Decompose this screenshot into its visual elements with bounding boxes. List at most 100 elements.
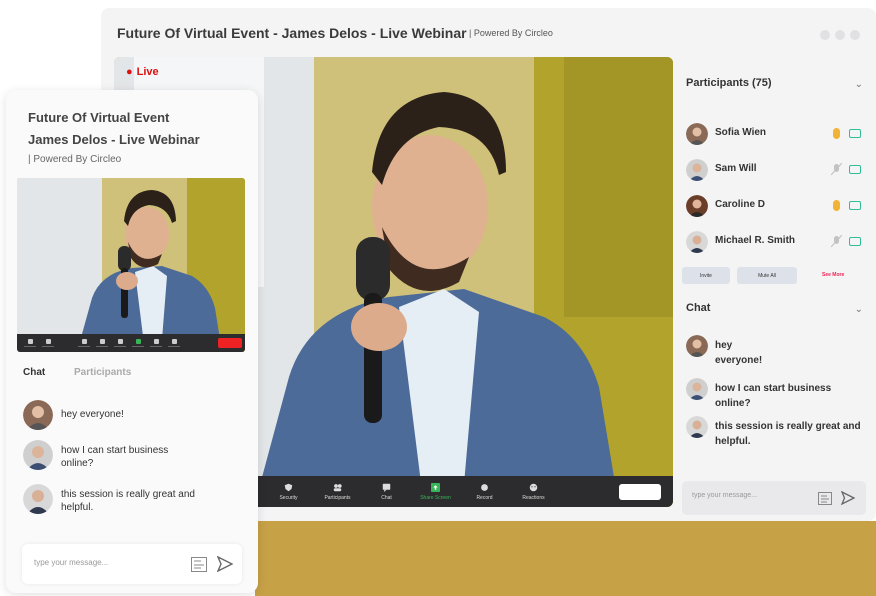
chat-message-text: how I can start business online? — [715, 383, 832, 409]
mobile-record-button[interactable] — [147, 339, 165, 347]
chat-message: hey everyone! — [686, 335, 866, 371]
record-icon — [481, 483, 488, 491]
side-panel: Participants (75) ⌄ Sofia Wien Sam Will … — [676, 57, 871, 517]
webinar-title: Future Of Virtual Event - James Delos - … — [117, 25, 467, 41]
chevron-down-icon[interactable]: ⌄ — [855, 304, 863, 315]
participant-row[interactable]: Sofia Wien — [686, 123, 864, 147]
tab-participants[interactable]: Participants — [74, 367, 131, 378]
see-more-link[interactable]: See More — [822, 272, 844, 278]
chat-message-text: hey everyone! — [61, 409, 124, 420]
mobile-chat-input-placeholder: type your message... — [34, 558, 109, 567]
toolbar-reactions-label: Reactions — [522, 494, 545, 501]
chat-message-text: this session is really great and helpful… — [61, 489, 195, 513]
toolbar-participants-button[interactable]: Participants — [313, 483, 362, 501]
mobile-powered-by-label: | Powered By Circleo — [28, 154, 122, 165]
share-screen-icon — [431, 482, 440, 492]
camera-icon[interactable] — [849, 201, 861, 210]
participant-name: Sam Will — [715, 163, 757, 174]
camera-icon[interactable] — [849, 129, 861, 138]
mobile-reactions-button[interactable] — [165, 339, 183, 347]
send-icon[interactable] — [841, 491, 855, 505]
avatar — [23, 400, 53, 430]
powered-by-label: | Powered By Circleo — [469, 28, 553, 38]
participants-header: Participants (75) — [686, 77, 772, 89]
leave-button[interactable] — [619, 484, 661, 500]
avatar — [23, 440, 53, 470]
reactions-icon — [529, 483, 538, 491]
avatar — [686, 335, 708, 357]
camera-icon[interactable] — [849, 165, 861, 174]
attachment-icon[interactable] — [818, 492, 832, 505]
camera-icon[interactable] — [849, 237, 861, 246]
mobile-webinar-title: Future Of Virtual Event James Delos - Li… — [28, 107, 200, 151]
chat-message: how I can start business online? — [686, 378, 866, 410]
toolbar-record-button[interactable]: Record — [460, 483, 509, 501]
mute-all-button[interactable]: Mute All — [737, 267, 797, 284]
mobile-leave-button[interactable] — [218, 338, 242, 348]
mobile-chat-input[interactable]: type your message... — [22, 544, 242, 584]
toolbar-chat-button[interactable]: Chat — [362, 483, 411, 501]
live-badge: Live — [126, 66, 159, 78]
participant-name: Caroline D — [715, 199, 766, 210]
mic-muted-icon[interactable] — [831, 163, 842, 176]
mobile-view-card: Future Of Virtual Event James Delos - Li… — [6, 90, 258, 593]
mobile-meeting-toolbar — [17, 334, 245, 352]
mobile-security-button[interactable] — [75, 339, 93, 347]
window-dot-3[interactable] — [850, 30, 860, 40]
avatar — [23, 484, 53, 514]
window-controls — [820, 30, 860, 40]
participant-row[interactable]: Sam Will — [686, 159, 864, 183]
participant-row[interactable]: Michael R. Smith — [686, 231, 864, 255]
speaker-video-image — [17, 178, 245, 352]
avatar — [686, 195, 708, 217]
avatar — [686, 159, 708, 181]
toolbar-chat-label: Chat — [381, 494, 392, 501]
window-dot-2[interactable] — [835, 30, 845, 40]
decorative-gold-band — [255, 521, 876, 596]
participant-row[interactable]: Caroline D — [686, 195, 864, 219]
chat-message: how I can start business online? — [23, 440, 238, 474]
avatar — [686, 378, 708, 400]
mobile-video[interactable] — [17, 178, 245, 352]
mobile-title-line-1: Future Of Virtual Event — [28, 110, 170, 125]
participant-name: Sofia Wien — [715, 127, 767, 138]
mobile-participants-button[interactable] — [93, 339, 111, 347]
chat-message: this session is really great and helpful… — [686, 416, 866, 448]
chat-message-text: this session is really great and helpful… — [715, 421, 861, 447]
window-dot-1[interactable] — [820, 30, 830, 40]
send-icon[interactable] — [217, 556, 233, 572]
tab-chat[interactable]: Chat — [23, 367, 45, 378]
mobile-chat-button[interactable] — [111, 339, 129, 347]
avatar — [686, 123, 708, 145]
toolbar-security-label: Security — [279, 494, 298, 501]
chat-message-text: hey everyone! — [715, 340, 763, 366]
mobile-video-button[interactable] — [39, 339, 57, 347]
chat-message: this session is really great and helpful… — [23, 484, 238, 518]
mobile-tabs: Chat Participants — [23, 367, 157, 378]
mobile-title-line-2: James Delos - Live Webinar — [28, 132, 200, 147]
avatar — [686, 416, 708, 438]
avatar — [686, 231, 708, 253]
shield-icon — [284, 483, 293, 491]
mic-icon[interactable] — [833, 128, 840, 139]
chat-message-text: how I can start business online? — [61, 445, 169, 469]
mic-icon[interactable] — [833, 200, 840, 211]
toolbar-participants-label: Participants — [324, 494, 351, 501]
chat-input-placeholder: type your message... — [692, 492, 757, 499]
attachment-icon[interactable] — [191, 557, 207, 572]
chat-message: hey everyone! — [23, 400, 238, 434]
mobile-share-screen-button[interactable] — [129, 339, 147, 347]
chevron-down-icon[interactable]: ⌄ — [855, 79, 863, 90]
chat-header: Chat — [686, 302, 711, 314]
chat-input[interactable]: type your message... — [682, 481, 866, 515]
participant-name: Michael R. Smith — [715, 235, 796, 246]
toolbar-reactions-button[interactable]: Reactions — [509, 483, 558, 501]
toolbar-share-screen-button[interactable]: Share Screen — [411, 482, 460, 501]
toolbar-security-button[interactable]: Security — [264, 483, 313, 501]
toolbar-share-screen-label: Share Screen — [420, 494, 451, 501]
mic-muted-icon[interactable] — [831, 235, 842, 248]
people-icon — [333, 483, 342, 491]
toolbar-record-label: Record — [476, 494, 493, 501]
invite-button[interactable]: Invite — [682, 267, 730, 284]
mobile-mic-button[interactable] — [21, 339, 39, 347]
